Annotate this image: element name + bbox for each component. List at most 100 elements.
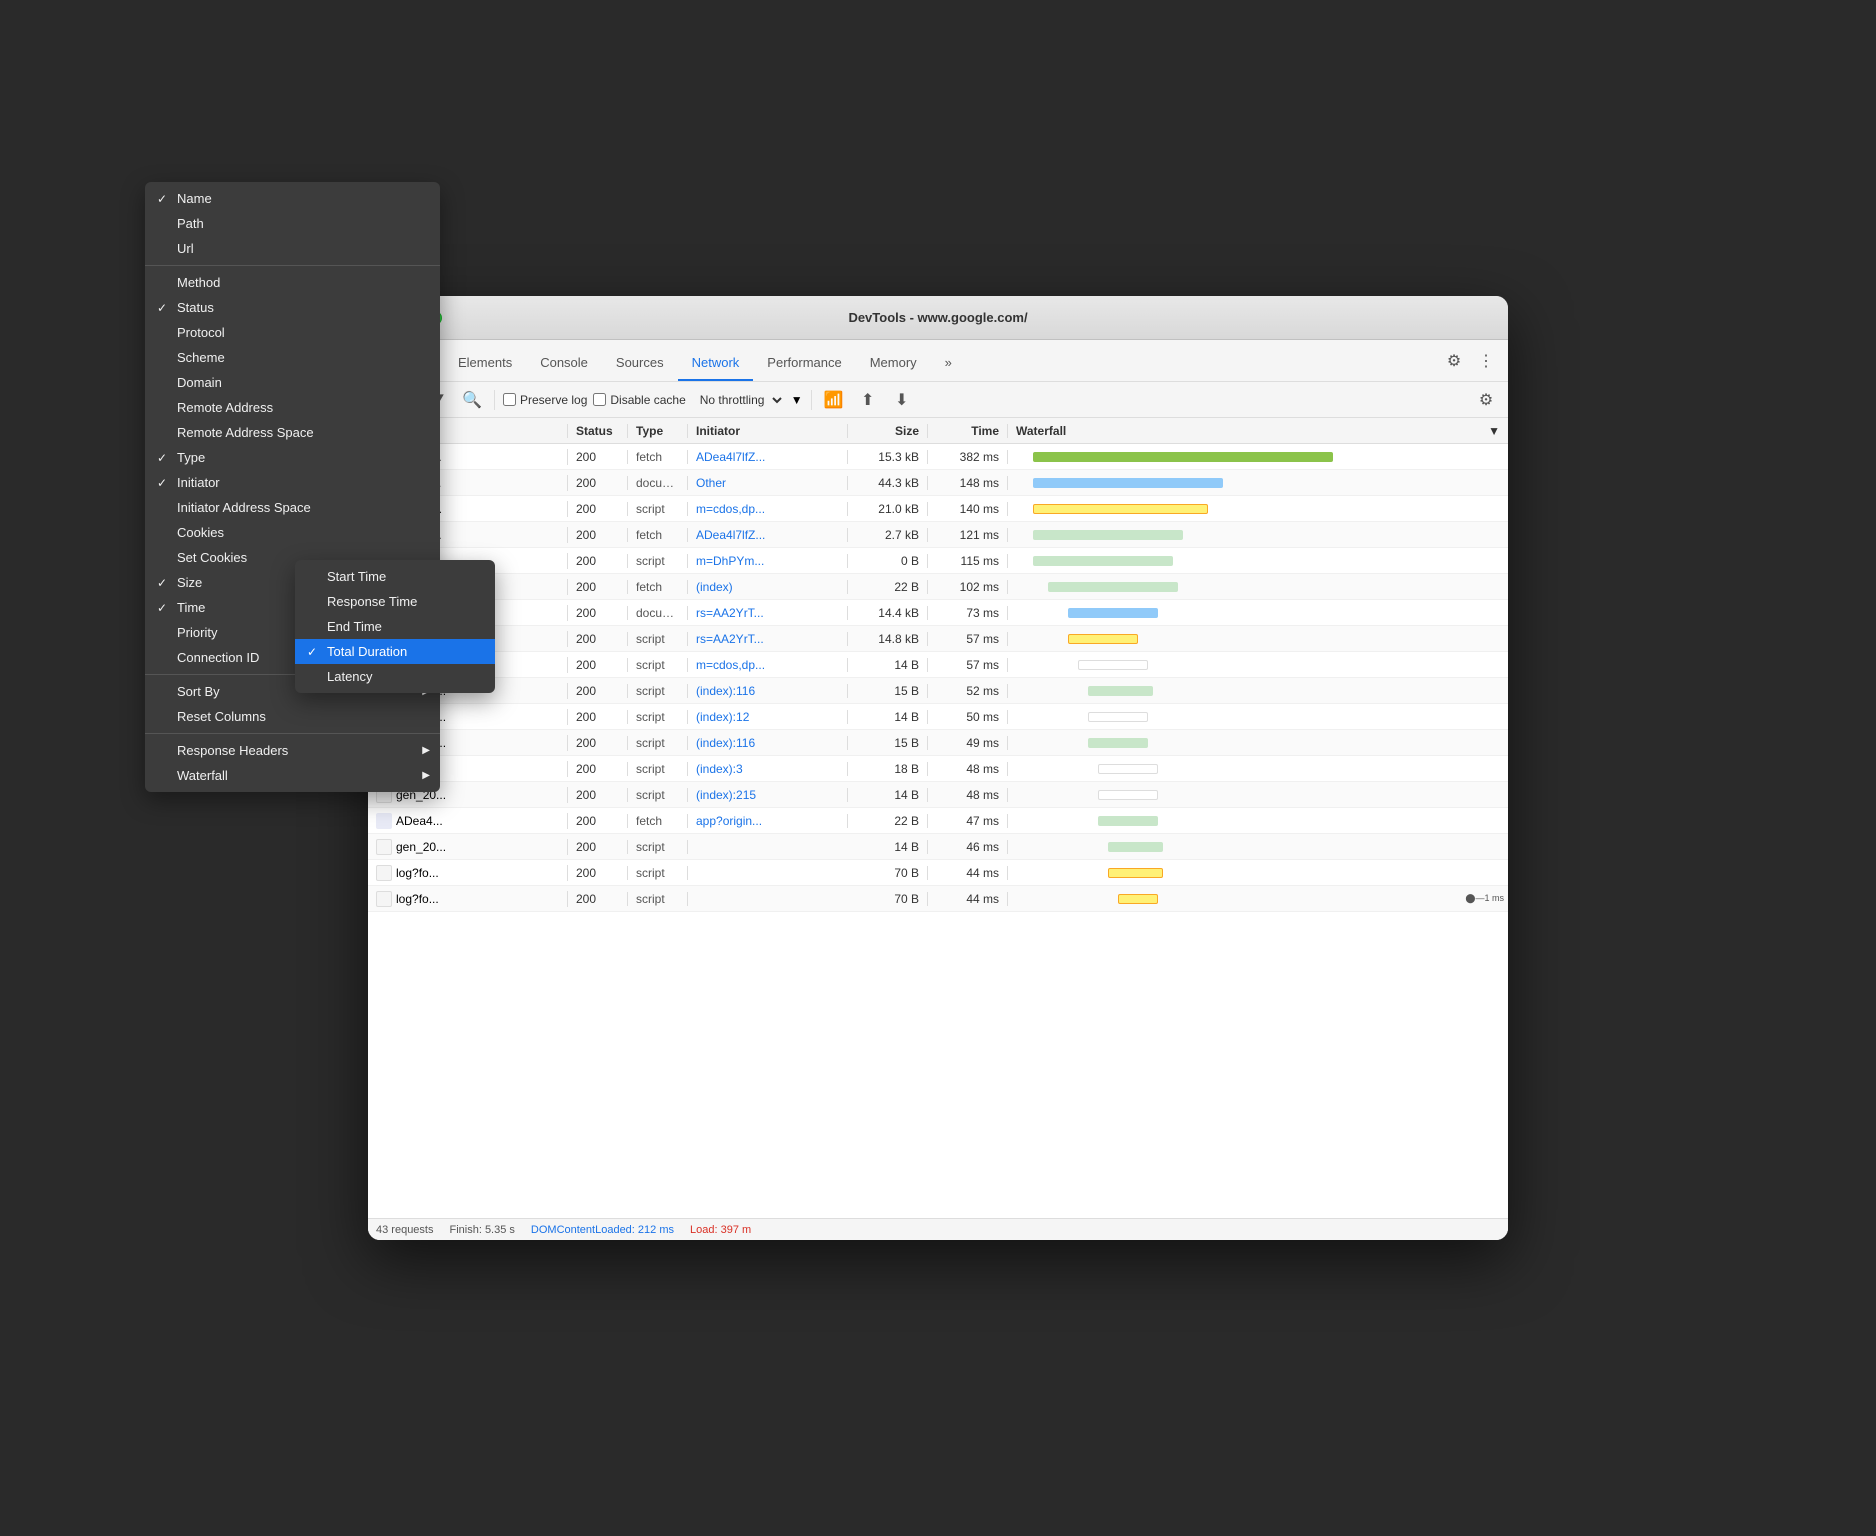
waterfall-submenu-item-latency[interactable]: Latency xyxy=(368,664,495,689)
header-status: Status xyxy=(568,424,628,438)
network-settings-button[interactable]: ⚙ xyxy=(1472,386,1500,414)
table-row[interactable]: gen_20... 200 script m=cdos,dp... 14 B 5… xyxy=(368,652,1508,678)
tab-network[interactable]: Network xyxy=(678,345,754,381)
toolbar-top: ⬚ ⬛ Elements Console Sources Network Per… xyxy=(368,340,1508,382)
row-waterfall xyxy=(1008,704,1508,729)
row-type: script xyxy=(628,658,688,672)
table-row[interactable]: www.g... 200 document Other 44.3 kB 148 … xyxy=(368,470,1508,496)
search-button[interactable]: 🔍 xyxy=(458,386,486,414)
row-time: 50 ms xyxy=(928,710,1008,724)
row-time: 49 ms xyxy=(928,736,1008,750)
row-size: 14 B xyxy=(848,658,928,672)
row-waterfall xyxy=(1008,782,1508,807)
tab-console[interactable]: Console xyxy=(526,345,602,381)
menu-item-domain[interactable]: Domain xyxy=(368,370,440,395)
menu-item-waterfall[interactable]: Waterfall xyxy=(368,763,440,788)
row-initiator: rs=AA2YrT... xyxy=(688,606,848,620)
table-row[interactable]: AAWU... 200 fetch ADea4l7lfZ... 2.7 kB 1… xyxy=(368,522,1508,548)
row-initiator: (index):12 xyxy=(688,710,848,724)
table-row[interactable]: ADea4... 200 fetch (index) 22 B 102 ms xyxy=(368,574,1508,600)
menu-item-status[interactable]: Status xyxy=(368,296,440,320)
row-status: 200 xyxy=(568,632,628,646)
tab-performance[interactable]: Performance xyxy=(753,345,855,381)
disable-cache-text: Disable cache xyxy=(610,393,685,407)
menu-item-scheme[interactable]: Scheme xyxy=(368,345,440,370)
menu-item-reset-columns[interactable]: Reset Columns xyxy=(368,704,440,729)
table-row[interactable]: log?fo... 200 script 70 B 44 ms ⬤—1 ms xyxy=(368,886,1508,912)
menu-item-initiator[interactable]: Initiator xyxy=(368,470,440,495)
table-body: AAWU... 200 fetch ADea4l7lfZ... 15.3 kB … xyxy=(368,444,1508,1218)
row-time: 148 ms xyxy=(928,476,1008,490)
waterfall-submenu-item-response-time[interactable]: Response Time xyxy=(368,589,495,614)
tab-memory[interactable]: Memory xyxy=(856,345,931,381)
row-type: script xyxy=(628,736,688,750)
row-icon xyxy=(376,865,392,881)
table-row[interactable]: gen_20... 200 script (index):116 15 B 49… xyxy=(368,730,1508,756)
row-size: 14 B xyxy=(848,788,928,802)
row-status: 200 xyxy=(568,554,628,568)
row-initiator: (index):116 xyxy=(688,736,848,750)
row-waterfall xyxy=(1008,678,1508,703)
row-status: 200 xyxy=(568,684,628,698)
row-time: 115 ms xyxy=(928,554,1008,568)
menu-item-remote-address[interactable]: Remote Address xyxy=(368,395,440,420)
table-row[interactable]: app?o... 200 document rs=AA2YrT... 14.4 … xyxy=(368,600,1508,626)
row-size: 2.7 kB xyxy=(848,528,928,542)
table-row[interactable]: gen_20... 200 script 14 B 46 ms xyxy=(368,834,1508,860)
tabs: Elements Console Sources Network Perform… xyxy=(440,340,966,381)
waterfall-dropdown-icon[interactable]: ▼ xyxy=(1488,424,1500,438)
table-row[interactable]: client_... 200 script (index):3 18 B 48 … xyxy=(368,756,1508,782)
wifi-settings-button[interactable]: 📶 xyxy=(820,386,848,414)
table-row[interactable]: search... 200 script m=cdos,dp... 21.0 k… xyxy=(368,496,1508,522)
table-row[interactable]: get?rt=... 200 script rs=AA2YrT... 14.8 … xyxy=(368,626,1508,652)
settings-button[interactable]: ⚙ xyxy=(1440,347,1468,375)
waterfall-submenu-item-end-time[interactable]: End Time xyxy=(368,614,495,639)
download-button[interactable]: ⬇ xyxy=(888,386,916,414)
menu-item-response-headers[interactable]: Response Headers xyxy=(368,738,440,763)
row-initiator: ADea4l7lfZ... xyxy=(688,450,848,464)
row-type: script xyxy=(628,840,688,854)
preserve-log-text: Preserve log xyxy=(520,393,587,407)
window-title: DevTools - www.google.com/ xyxy=(848,310,1027,325)
row-status: 200 xyxy=(568,580,628,594)
waterfall-submenu: Start TimeResponse TimeEnd TimeTotal Dur… xyxy=(368,560,495,693)
row-status: 200 xyxy=(568,476,628,490)
more-options-button[interactable]: ⋮ xyxy=(1472,347,1500,375)
tab-sources[interactable]: Sources xyxy=(602,345,678,381)
row-type: script xyxy=(628,892,688,906)
row-size: 14 B xyxy=(848,710,928,724)
table-row[interactable]: ui 200 script m=DhPYm... 0 B 115 ms xyxy=(368,548,1508,574)
table-row[interactable]: gen_20... 200 script (index):12 14 B 50 … xyxy=(368,704,1508,730)
waterfall-submenu-item-start-time[interactable]: Start Time xyxy=(368,564,495,589)
table-row[interactable]: gen_20... 200 script (index):116 15 B 52… xyxy=(368,678,1508,704)
context-menu: NamePathUrlMethodStatusProtocolSchemeDom… xyxy=(368,296,440,792)
disable-cache-checkbox[interactable] xyxy=(593,393,606,406)
menu-separator xyxy=(368,733,440,734)
table-row[interactable]: log?fo... 200 script 70 B 44 ms xyxy=(368,860,1508,886)
preserve-log-checkbox[interactable] xyxy=(503,393,516,406)
menu-item-type[interactable]: Type xyxy=(368,445,440,470)
menu-item-protocol[interactable]: Protocol xyxy=(368,320,440,345)
row-initiator: m=DhPYm... xyxy=(688,554,848,568)
row-waterfall xyxy=(1008,808,1508,833)
waterfall-submenu-item-total-duration[interactable]: Total Duration xyxy=(368,639,495,664)
upload-button[interactable]: ⬆ xyxy=(854,386,882,414)
row-status: 200 xyxy=(568,762,628,776)
tab-elements[interactable]: Elements xyxy=(444,345,526,381)
row-type: script xyxy=(628,710,688,724)
row-size: 14 B xyxy=(848,840,928,854)
menu-item-cookies[interactable]: Cookies xyxy=(368,520,440,545)
throttle-select[interactable]: No throttling xyxy=(692,390,785,410)
row-name: log?fo... xyxy=(368,891,568,907)
preserve-log-label[interactable]: Preserve log xyxy=(503,393,587,407)
menu-item-initiator-address-space[interactable]: Initiator Address Space xyxy=(368,495,440,520)
menu-item-remote-address-space[interactable]: Remote Address Space xyxy=(368,420,440,445)
tab-more[interactable]: » xyxy=(931,345,966,381)
table-row[interactable]: gen_20... 200 script (index):215 14 B 48… xyxy=(368,782,1508,808)
row-status: 200 xyxy=(568,710,628,724)
table-row[interactable]: AAWU... 200 fetch ADea4l7lfZ... 15.3 kB … xyxy=(368,444,1508,470)
row-time: 102 ms xyxy=(928,580,1008,594)
table-row[interactable]: ADea4... 200 fetch app?origin... 22 B 47… xyxy=(368,808,1508,834)
row-size: 70 B xyxy=(848,892,928,906)
disable-cache-label[interactable]: Disable cache xyxy=(593,393,685,407)
